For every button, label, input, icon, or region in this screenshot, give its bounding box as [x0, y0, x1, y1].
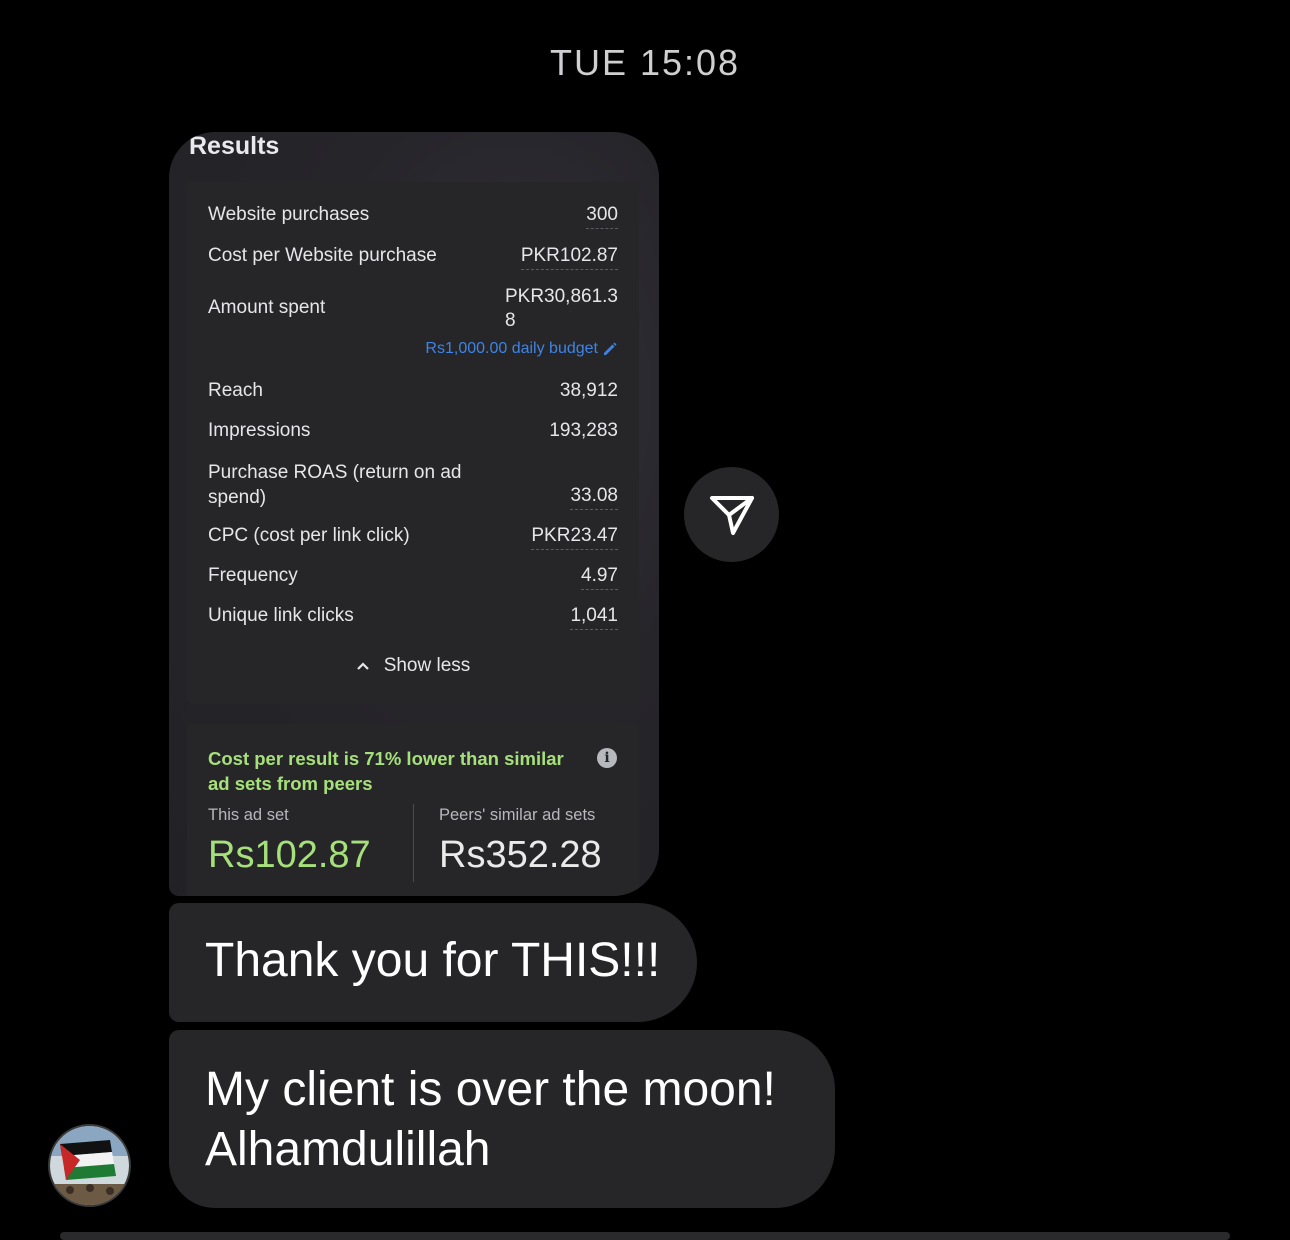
show-less-button[interactable]: Show less	[187, 655, 639, 677]
metric-value: 33.08	[570, 485, 618, 510]
metric-row: Website purchases 300	[208, 204, 618, 229]
metric-row: Amount spent PKR30,861.3 8	[208, 285, 618, 335]
results-title: Results	[189, 132, 280, 160]
results-card: Website purchases 300 Cost per Website p…	[187, 182, 639, 704]
this-ad-set-value: Rs102.87	[208, 834, 371, 876]
message-bubble[interactable]: Thank you for THIS!!!	[169, 903, 697, 1022]
metric-row: Frequency 4.97	[208, 565, 618, 590]
message-text: Thank you for THIS!!!	[205, 934, 661, 987]
metric-row: Reach 38,912	[208, 380, 618, 404]
daily-budget-link[interactable]: Rs1,000.00 daily budget	[425, 340, 618, 358]
metric-value: PKR30,861.3 8	[504, 286, 618, 331]
insight-text: Cost per result is 71% lower than simila…	[208, 748, 564, 794]
peers-value: Rs352.28	[439, 834, 602, 876]
metric-label: Impressions	[208, 420, 311, 441]
metric-row: Impressions 193,283	[208, 420, 618, 444]
message-text: My client is over the moon! Alhamdulilla…	[205, 1063, 776, 1176]
metric-value: 38,912	[559, 380, 618, 401]
message-timestamp: TUE 15:08	[549, 42, 741, 83]
composer-edge	[60, 1232, 1230, 1240]
peers-label: Peers' similar ad sets	[439, 806, 596, 824]
metric-value: PKR102.87	[520, 245, 618, 270]
metric-value: 4.97	[581, 565, 618, 590]
metric-label: Purchase ROAS (return on ad spend)	[208, 462, 462, 508]
daily-budget-text: Rs1,000.00 daily budget	[425, 340, 598, 357]
metric-label: CPC (cost per link click)	[208, 525, 410, 546]
metric-value: 193,283	[549, 420, 618, 441]
metric-label: Unique link clicks	[208, 605, 354, 626]
shared-screenshot-bubble[interactable]: Results Website purchases 300 Cost per W…	[169, 132, 659, 896]
metric-value: 300	[586, 204, 618, 229]
metric-label: Frequency	[208, 565, 298, 586]
metric-label: Reach	[208, 380, 263, 401]
metric-row: Cost per Website purchase PKR102.87	[208, 245, 618, 270]
show-less-label: Show less	[383, 655, 471, 676]
avatar-image	[50, 1126, 129, 1205]
metric-row: CPC (cost per link click) PKR23.47	[208, 525, 618, 550]
metric-row: Purchase ROAS (return on ad spend) 33.08	[208, 460, 618, 510]
message-bubble[interactable]: My client is over the moon! Alhamdulilla…	[169, 1030, 835, 1208]
avatar[interactable]	[48, 1124, 131, 1207]
info-icon[interactable]: i	[597, 748, 617, 768]
pencil-icon	[604, 342, 617, 355]
benchmark-card: Cost per result is 71% lower than simila…	[187, 724, 639, 896]
chevron-up-icon	[356, 662, 369, 670]
metric-label: Cost per Website purchase	[208, 245, 437, 266]
share-button[interactable]	[684, 467, 779, 562]
metric-row: Unique link clicks 1,041	[208, 605, 618, 630]
metric-label: Amount spent	[208, 297, 326, 318]
metric-value: PKR23.47	[531, 525, 618, 550]
metric-value: 1,041	[570, 605, 618, 630]
metric-label: Website purchases	[208, 204, 370, 225]
send-icon	[709, 495, 754, 535]
column-divider	[413, 804, 414, 882]
this-ad-set-label: This ad set	[208, 806, 289, 824]
